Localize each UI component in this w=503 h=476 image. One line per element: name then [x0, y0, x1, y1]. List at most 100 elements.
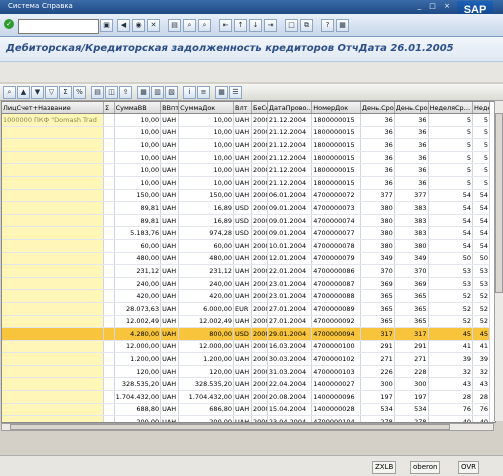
table-cell: 32 [472, 365, 491, 379]
table-cell: 120,00 [114, 365, 162, 379]
table-row[interactable]: 240,00UAH240,00UAH200023.01.200447000000… [2, 277, 491, 291]
horizontal-scrollbar[interactable] [1, 423, 494, 431]
table-row[interactable]: 12.002,49UAH12.002,49UAH200027.01.200447… [2, 315, 491, 329]
column-header[interactable]: СуммаДок [178, 102, 235, 114]
command-field[interactable] [18, 19, 99, 34]
column-header[interactable]: Σ [103, 102, 115, 114]
table-row[interactable]: 10,00UAH10,00UAH200021.12.20041800000015… [2, 126, 491, 140]
print-icon[interactable]: ▤ [91, 86, 104, 99]
table-row[interactable]: 150,00UAH150,00UAH200006.01.200447000000… [2, 189, 491, 203]
column-header[interactable]: БеСф [251, 102, 268, 114]
column-header[interactable]: День.Срок [360, 102, 395, 114]
table-cell: 120,00 [178, 365, 235, 379]
prev-page-icon[interactable]: ↑ [234, 19, 247, 32]
column-header[interactable]: Влт [233, 102, 253, 114]
table-cell: 974,28 [178, 226, 235, 240]
table-row[interactable]: 1.200,00UAH1.200,00UAH200030.03.20044700… [2, 352, 491, 366]
table-row[interactable]: 1000000 ПКФ "Domash Trad 10,00 UAH 10,00 UAH… [2, 113, 491, 127]
table-cell: 36 [394, 113, 429, 127]
column-header[interactable]: Неде [472, 102, 491, 114]
column-header[interactable]: ЛицСчет+Название [2, 102, 105, 114]
input-mode[interactable]: OVR [458, 461, 480, 474]
layout-icon[interactable]: ▦ [137, 86, 150, 99]
table-row[interactable]: 4.280,00UAH800,00USD200029.01.2004470000… [2, 327, 491, 341]
scroll-thumb[interactable] [495, 113, 503, 293]
table-cell: 2000 [251, 239, 268, 253]
table-row[interactable]: 10,00UAH10,00UAH200021.12.20041800000015… [2, 176, 491, 190]
table-cell: USD [233, 226, 253, 240]
export-icon[interactable]: ⇪ [119, 86, 132, 99]
print-icon[interactable]: ▤ [168, 19, 181, 32]
table-cell: UAH [233, 390, 253, 404]
sum-icon[interactable]: Σ [59, 86, 72, 99]
grid-icon[interactable]: ▦ [215, 86, 228, 99]
table-cell [2, 327, 105, 341]
filter-icon[interactable]: ▽ [45, 86, 58, 99]
table-cell: 4700000074 [311, 214, 361, 228]
table-row[interactable]: 688,80UAH686,80UAH200015.04.200414000000… [2, 403, 491, 417]
table-row[interactable]: 480,00UAH480,00UAH200012.01.200447000000… [2, 252, 491, 266]
sort-asc-icon[interactable]: ▲ [17, 86, 30, 99]
layout-icon[interactable]: ▦ [336, 19, 349, 32]
save-layout-icon[interactable]: ▧ [165, 86, 178, 99]
table-row[interactable]: 200,00UAH200,00UAH200023.04.200447000001… [2, 415, 491, 422]
table-cell: 53 [472, 264, 491, 278]
column-header[interactable]: ДатаПрово… [267, 102, 313, 114]
sort-desc-icon[interactable]: ▼ [31, 86, 44, 99]
table-row[interactable]: 10,00UAH10,00UAH200021.12.20041800000015… [2, 138, 491, 152]
find-icon[interactable]: ⌕ [183, 19, 196, 32]
exit-icon[interactable]: ◉ [132, 19, 145, 32]
view-icon[interactable]: ◫ [105, 86, 118, 99]
last-page-icon[interactable]: ⇥ [264, 19, 277, 32]
column-header[interactable]: НомерДок [311, 102, 361, 114]
find-next-icon[interactable]: ⌕ [198, 19, 211, 32]
table-row[interactable]: 12.000,00UAH12.000,00UAH200016.03.200447… [2, 340, 491, 354]
menu-item-system[interactable]: Система [8, 2, 39, 10]
back-icon[interactable]: ◀ [117, 19, 130, 32]
vertical-scrollbar[interactable] [494, 101, 503, 421]
table-cell: 10,00 [114, 151, 162, 165]
table-row[interactable]: 120,00UAH120,00UAH200031.03.200447000001… [2, 365, 491, 379]
table-row[interactable]: 10,00UAH10,00UAH200021.12.20041800000015… [2, 163, 491, 177]
table-cell: UAH [160, 377, 180, 392]
cancel-icon[interactable]: ✕ [147, 19, 160, 32]
table-row[interactable]: 89,81UAH16,89USD200009.01.20044700000073… [2, 201, 491, 215]
table-row[interactable]: 420,00UAH420,00UAH200023.01.200447000000… [2, 289, 491, 303]
subtotal-icon[interactable]: % [73, 86, 86, 99]
more-icon[interactable]: ≡ [197, 86, 210, 99]
info-icon[interactable]: i [183, 86, 196, 99]
column-header[interactable]: СуммаВВ [114, 102, 162, 114]
menu-item-help[interactable]: Справка [42, 2, 73, 10]
list-icon[interactable]: ☰ [229, 86, 242, 99]
table-row[interactable]: 5.183,76UAH974,28USD200009.01.2004470000… [2, 226, 491, 240]
help-icon[interactable]: ? [321, 19, 334, 32]
details-icon[interactable]: ⌕ [3, 86, 16, 99]
save-icon[interactable]: ▣ [100, 19, 113, 32]
table-row[interactable]: 28.073,63UAH6.000,00EUR200027.01.2004470… [2, 302, 491, 316]
shortcut-icon[interactable]: ⧉ [300, 19, 313, 32]
table-cell: 52 [472, 302, 491, 316]
table-row[interactable]: 231,12UAH231,12UAH200022.01.200447000000… [2, 264, 491, 278]
first-page-icon[interactable]: ⇤ [219, 19, 232, 32]
table-row[interactable]: 60,00UAH60,00UAH200010.01.20044700000078… [2, 239, 491, 253]
table-cell: 2000 [251, 176, 268, 190]
alv-grid[interactable]: ЛицСчет+Название Σ СуммаВВ ВВпт СуммаДок… [1, 101, 496, 423]
column-header[interactable]: НеделяСр… [428, 102, 473, 114]
table-row[interactable]: 10,00UAH10,00UAH200021.12.20041800000015… [2, 151, 491, 165]
table-row[interactable]: 328.535,20UAH328.535,20UAH200022.04.2004… [2, 377, 491, 392]
table-row[interactable]: 1.704.432,00UAH1.704.432,00UAH200020.08.… [2, 390, 491, 404]
table-cell: UAH [160, 189, 180, 203]
select-layout-icon[interactable]: ▥ [151, 86, 164, 99]
column-header[interactable]: День.Срок [394, 102, 429, 114]
system-id: ZXLB [372, 461, 397, 474]
window-controls[interactable]: _ □ × [418, 2, 453, 10]
table-row[interactable]: 89,81UAH16,89USD200009.01.20044700000074… [2, 214, 491, 228]
scroll-thumb[interactable] [10, 424, 450, 430]
table-cell: 12.002,49 [114, 315, 162, 329]
new-session-icon[interactable]: □ [285, 19, 298, 32]
enter-icon[interactable]: ✓ [4, 19, 14, 29]
next-page-icon[interactable]: ↓ [249, 19, 262, 32]
column-header[interactable]: ВВпт [160, 102, 180, 114]
table-cell: 89,81 [114, 214, 162, 228]
table-cell: UAH [233, 176, 253, 190]
